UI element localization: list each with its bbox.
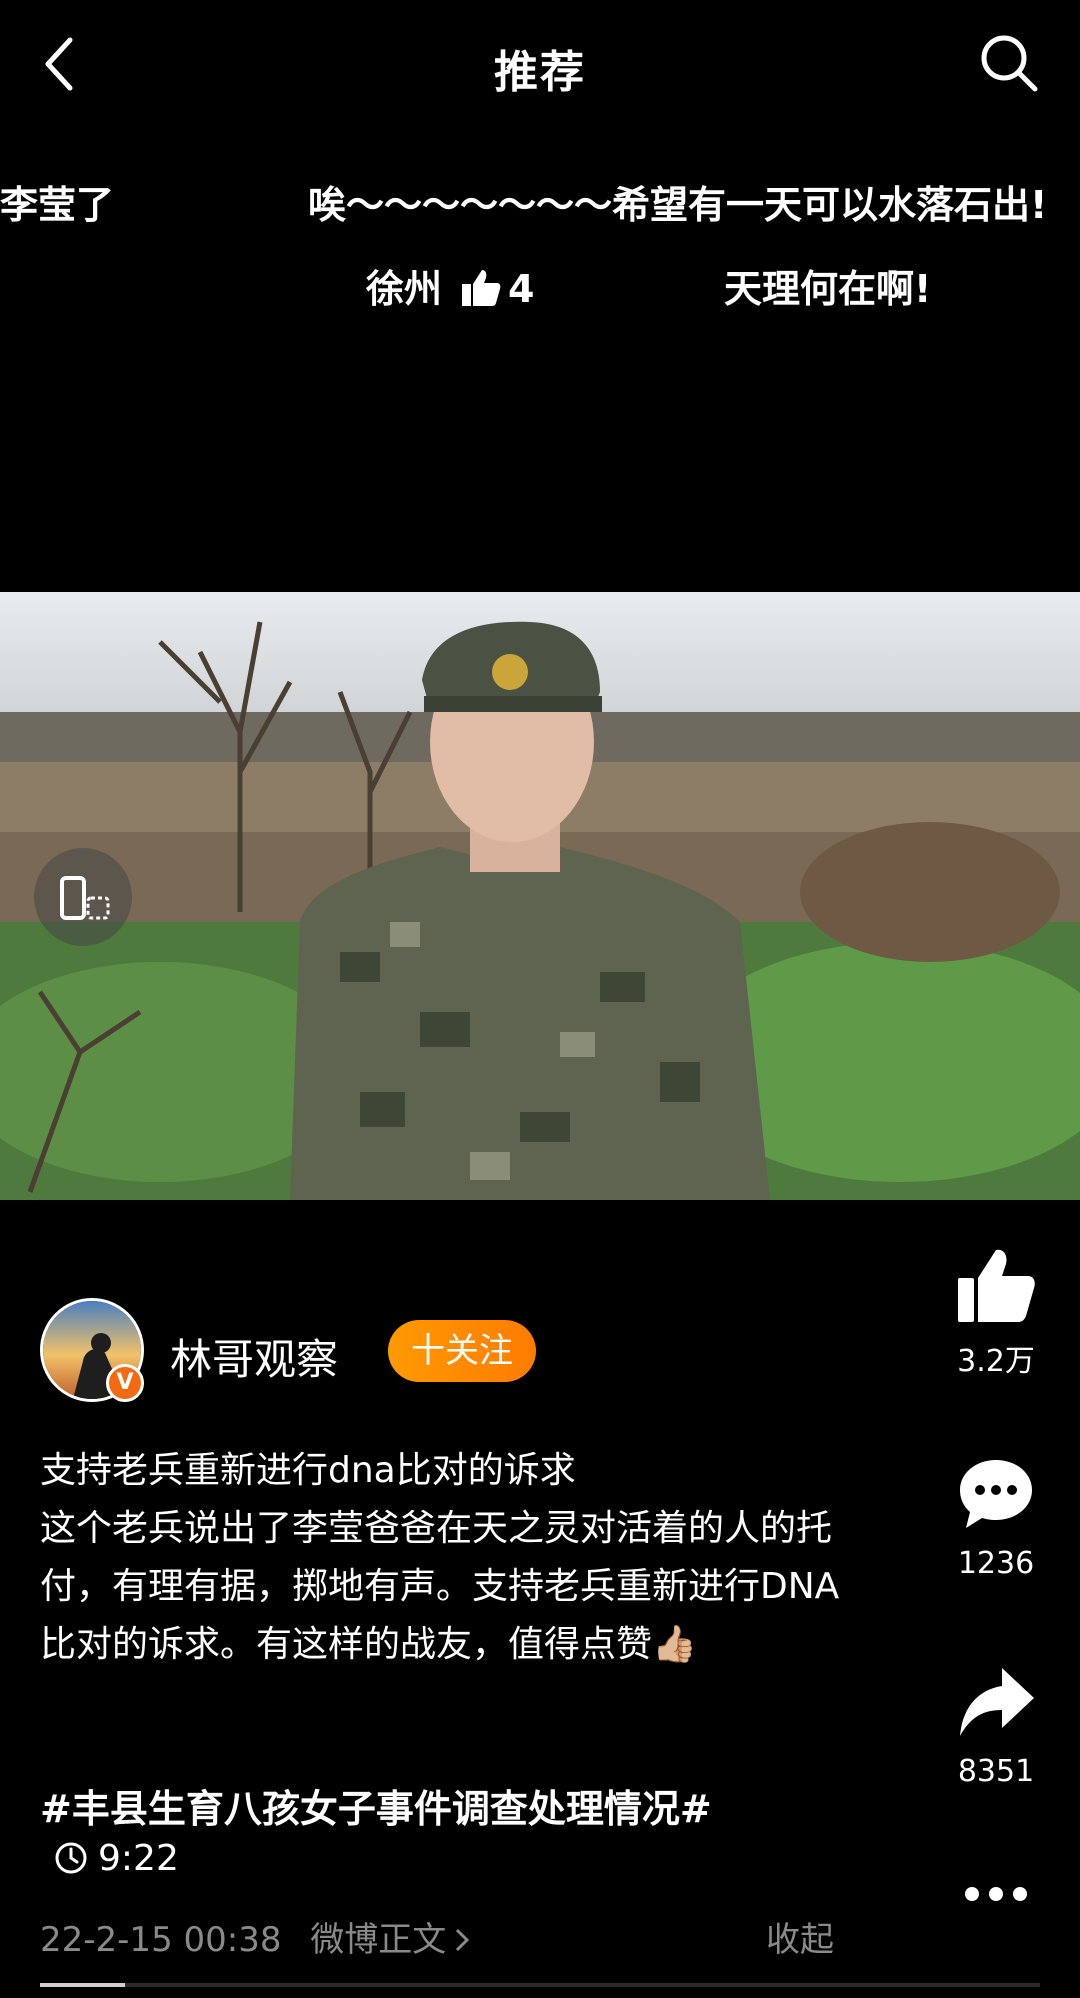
page-title: 推荐 [494,47,586,98]
collapse-button[interactable]: 收起 [766,1912,834,1961]
share-count: 8351 [957,1754,1035,1789]
post-body: 这个老兵说出了李莹爸爸在天之灵对活着的人的托付，有理有据，掷地有声。支持老兵重新… [40,1508,840,1665]
thumbs-up-icon [460,268,502,308]
like-button[interactable]: 3.2万 [940,1246,1052,1380]
comment-count: 1236 [957,1546,1035,1581]
danmaku-like-count: 4 [508,267,535,311]
verified-badge: V [106,1364,144,1402]
author-name[interactable]: 林哥观察 [170,1326,338,1387]
duration-text: 9:22 [98,1838,179,1879]
video-player[interactable] [0,592,1080,1200]
like-count: 3.2万 [957,1344,1035,1379]
thumbs-up-icon [958,1249,1035,1322]
chevron-right-icon [456,1928,470,1952]
post-first-line: 支持老兵重新进行dna比对的诉求 [40,1450,576,1491]
comment-button[interactable]: 1236 [940,1456,1052,1581]
source-link-label: 微博正文 [310,1920,447,1960]
post-timestamp: 22-2-15 00:38 [40,1920,282,1960]
danmaku-comment: 李莹了 [0,183,115,227]
post-text: 支持老兵重新进行dna比对的诉求 这个老兵说出了李莹爸爸在天之灵对活着的人的托付… [40,1442,840,1674]
danmaku-comment: 唉～～～～～～～希望有一天可以水落石出! [308,183,1048,227]
danmaku-comment: 天理何在啊! [724,267,932,311]
comment-icon [960,1460,1032,1528]
source-link[interactable]: 微博正文 [310,1920,472,1960]
more-icon [965,1887,1027,1901]
progress-track[interactable] [40,1983,1040,1987]
share-icon [960,1668,1034,1736]
search-icon[interactable] [978,32,1040,94]
danmaku-text: 徐州 [366,267,443,311]
post-meta: 22-2-15 00:38 微博正文 [40,1912,472,1961]
hashtag-link[interactable]: #丰县生育八孩女子事件调查处理情况# [40,1778,712,1833]
more-button[interactable] [940,1872,1052,1916]
follow-button[interactable]: 十关注 [388,1320,536,1382]
share-button[interactable]: 8351 [940,1664,1052,1789]
progress-fill [40,1983,125,1987]
danmaku-comment-with-likes: 徐州 4 [366,258,534,313]
rotate-screen-icon[interactable] [34,848,132,946]
clock-icon [54,1841,88,1875]
video-duration: 9:22 [54,1838,179,1879]
